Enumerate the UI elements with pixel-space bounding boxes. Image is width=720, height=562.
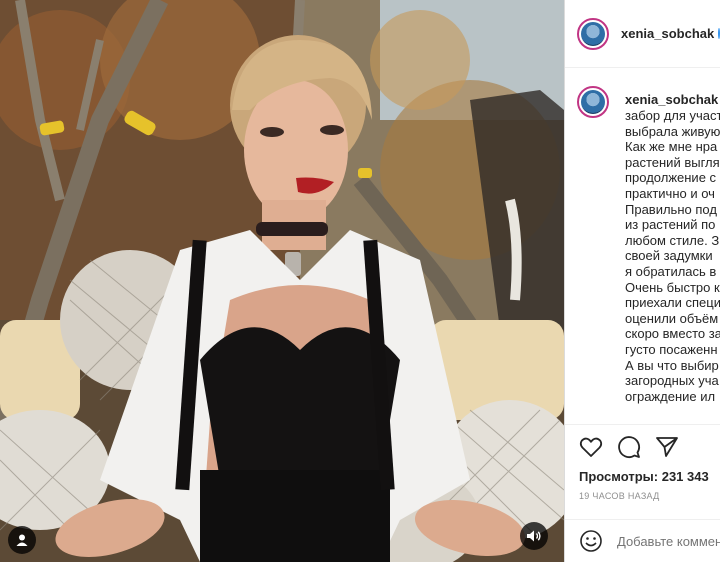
caption-line: ограждение ил [625,388,716,404]
caption-line: своей задумки [625,248,713,264]
profile-button[interactable] [8,526,36,554]
comment-icon[interactable] [617,435,641,459]
caption-line: забор для участ [625,108,720,123]
views-count: Просмотры: 231 343 [579,469,709,484]
caption-line: растений выгля [625,154,720,170]
post-header: xenia_sobchak [565,0,720,68]
caption-username[interactable]: xenia_sobchak [625,92,718,107]
caption-avatar[interactable] [577,86,609,118]
caption-line: Очень быстро к [625,279,720,295]
avatar[interactable] [577,17,609,50]
user-icon [16,534,28,546]
comment-bar [565,519,720,562]
caption-line: приехали специ [625,295,720,311]
heart-icon[interactable] [579,435,603,459]
caption-line: оценили объём [625,310,719,326]
post-panel: xenia_sobchak xenia_sobchak забор для уч… [564,0,720,562]
comment-input[interactable] [617,534,720,549]
caption-line: продолжение с [625,170,717,186]
video-player[interactable] [0,0,564,562]
views-value: 231 343 [661,469,709,484]
caption-line: я обратилась в [625,263,717,279]
views-label: Просмотры: [579,469,659,484]
sound-toggle-button[interactable] [520,522,548,550]
caption-line: густо посаженн [625,341,718,357]
post-timestamp[interactable]: 19 ЧАСОВ НАЗАД [579,491,660,501]
caption-line: выбрала живую [625,123,720,139]
caption-line: любом стиле. З [625,232,720,248]
share-icon[interactable] [655,435,679,459]
header-username[interactable]: xenia_sobchak [621,26,714,41]
speaker-icon [527,530,541,542]
emoji-icon[interactable] [579,529,603,553]
caption-line: загородных уча [625,373,719,389]
caption-line: Как же мне нра [625,139,718,155]
caption-line: Правильно под [625,201,717,217]
caption-line: А вы что выбир [625,357,719,373]
caption-line: из растений по [625,217,716,233]
caption-text: забор для участ выбрала живую Как же мне… [625,108,720,404]
caption-line: практично и оч [625,185,715,201]
caption-line: скоро вместо за [625,326,720,342]
post-actions: Просмотры: 231 343 19 ЧАСОВ НАЗАД [565,424,720,562]
video-frame [0,0,564,562]
